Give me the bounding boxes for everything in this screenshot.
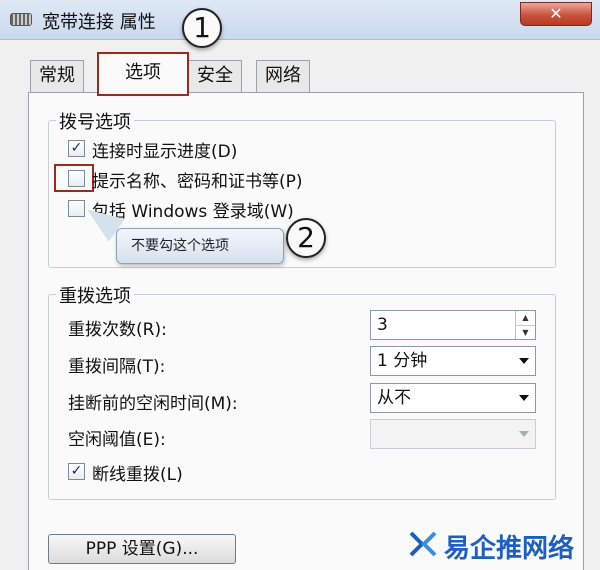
idle-before-hangup-label: 挂断前的空闲时间(M):	[68, 394, 238, 414]
checkbox-highlight-box	[54, 164, 94, 192]
spinner-controls[interactable]: ▲ ▼	[515, 311, 535, 339]
ppp-settings-button[interactable]: PPP 设置(G)...	[48, 534, 236, 564]
dial-options-legend: 拨号选项	[56, 108, 134, 134]
spin-down-icon[interactable]: ▼	[516, 325, 535, 339]
chevron-down-icon	[519, 431, 529, 437]
redial-if-dropped-checkbox[interactable]: ✓	[68, 463, 85, 480]
step-2-marker: 2	[286, 218, 326, 258]
close-button[interactable]: ✕	[520, 2, 592, 26]
redial-interval-label: 重拨间隔(T):	[68, 357, 166, 377]
idle-before-hangup-select[interactable]: 从不	[370, 383, 536, 413]
network-connection-icon	[10, 13, 32, 26]
tab-general[interactable]: 常规	[30, 60, 84, 92]
redial-interval-value: 1 分钟	[377, 351, 428, 371]
idle-threshold-select	[370, 419, 536, 449]
spin-up-icon[interactable]: ▲	[516, 311, 535, 325]
redial-options-legend: 重拨选项	[56, 282, 134, 308]
redial-if-dropped-label: 断线重拨(L)	[92, 465, 183, 485]
chevron-down-icon	[519, 358, 529, 364]
prompt-credentials-label: 提示名称、密码和证书等(P)	[92, 172, 303, 192]
watermark-text: 易企推网络	[444, 534, 575, 564]
redial-interval-select[interactable]: 1 分钟	[370, 346, 536, 376]
tab-network[interactable]: 网络	[256, 60, 310, 92]
show-progress-checkbox[interactable]: ✓	[68, 140, 85, 157]
redial-count-label: 重拨次数(R):	[68, 320, 167, 340]
redial-count-value: 3	[377, 315, 388, 335]
show-progress-label: 连接时显示进度(D)	[92, 142, 238, 162]
idle-before-hangup-value: 从不	[377, 388, 411, 408]
tab-highlight-box	[97, 52, 189, 96]
callout-tooltip: 不要勾这个选项	[116, 228, 284, 264]
chevron-down-icon	[519, 395, 529, 401]
title-bar: 宽带连接 属性 ✕	[0, 0, 600, 40]
watermark-logo-icon	[409, 531, 437, 557]
redial-count-stepper[interactable]: 3 ▲ ▼	[370, 310, 536, 340]
window-title: 宽带连接 属性	[42, 12, 156, 33]
step-1-marker: 1	[182, 8, 222, 48]
tab-security[interactable]: 安全	[188, 60, 242, 92]
idle-threshold-label: 空闲阈值(E):	[68, 430, 166, 450]
